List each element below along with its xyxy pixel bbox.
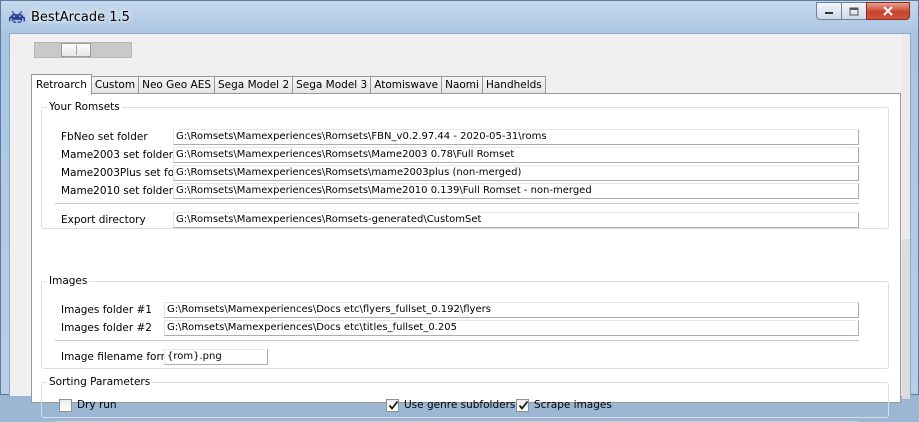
fbneo-folder-field[interactable]: G:\Romsets\Mamexperiences\Romsets\FBN_v0… <box>173 129 859 145</box>
tab-neo-geo-aes[interactable]: Neo Geo AES <box>138 76 216 94</box>
sorting-group: Sorting Parameters Dry run Use genre sub… <box>41 376 889 422</box>
mame2003-label: Mame2003 set folder <box>61 149 174 161</box>
window-title: BestArcade 1.5 <box>31 10 130 25</box>
scrape-images-label: Scrape images <box>534 399 612 411</box>
close-icon <box>883 6 893 16</box>
main-window: BestArcade 1.5 Retroarch Custom Neo Geo … <box>0 0 919 422</box>
images-folder2-field[interactable]: G:\Romsets\Mamexperiences\Docs etc\title… <box>164 320 859 336</box>
tab-sega-model-3[interactable]: Sega Model 3 <box>292 76 372 94</box>
romsets-legend: Your Romsets <box>49 101 120 113</box>
image-format-field[interactable]: {rom}.png <box>164 349 268 365</box>
images-folder2-label: Images folder #2 <box>61 322 152 334</box>
scrollbar-thumb[interactable] <box>902 239 910 399</box>
images-group: Images Images folder #1 G:\Romsets\Mamex… <box>41 275 889 369</box>
tab-custom[interactable]: Custom <box>90 76 140 94</box>
fbneo-label: FbNeo set folder <box>61 131 148 143</box>
scrape-images-checkbox[interactable] <box>516 399 529 412</box>
maximize-icon <box>849 7 859 15</box>
caption-buttons <box>816 2 910 20</box>
images-folder1-label: Images folder #1 <box>61 304 152 316</box>
tab-handhelds[interactable]: Handhelds <box>481 76 546 94</box>
checkmark-icon <box>518 400 529 410</box>
slider-thumb[interactable] <box>61 43 91 57</box>
mame2010-label: Mame2010 set folder <box>61 185 174 197</box>
romsets-group: Your Romsets FbNeo set folder G:\Romsets… <box>41 101 889 229</box>
minimize-button[interactable] <box>816 2 842 20</box>
export-label: Export directory <box>61 214 146 226</box>
sorting-legend: Sorting Parameters <box>49 376 151 388</box>
images-legend: Images <box>49 275 88 287</box>
export-directory-field[interactable]: G:\Romsets\Mamexperiences\Romsets-genera… <box>173 212 859 228</box>
tab-strip: Retroarch Custom Neo Geo AES Sega Model … <box>31 74 546 95</box>
images-folder1-field[interactable]: G:\Romsets\Mamexperiences\Docs etc\flyer… <box>164 302 859 318</box>
tab-retroarch[interactable]: Retroarch <box>31 74 92 95</box>
tab-atomiswave[interactable]: Atomiswave <box>370 76 443 94</box>
dry-run-label: Dry run <box>77 399 117 411</box>
vertical-scrollbar[interactable] <box>902 34 910 399</box>
client-area: Retroarch Custom Neo Geo AES Sega Model … <box>9 33 911 422</box>
tab-sega-model-2[interactable]: Sega Model 2 <box>214 76 294 94</box>
close-button[interactable] <box>866 2 910 20</box>
maximize-button[interactable] <box>841 2 867 20</box>
top-slider[interactable] <box>34 42 132 58</box>
genre-subfolders-checkbox[interactable] <box>386 399 399 412</box>
genre-subfolders-label: Use genre subfolders <box>404 399 516 411</box>
images-divider <box>55 340 859 341</box>
space-invader-icon <box>9 11 25 23</box>
checkmark-icon <box>388 400 399 410</box>
tab-panel-retroarch: Your Romsets FbNeo set folder G:\Romsets… <box>31 93 901 422</box>
mame2003plus-folder-field[interactable]: G:\Romsets\Mamexperiences\Romsets\mame20… <box>173 165 859 181</box>
mame2003-folder-field[interactable]: G:\Romsets\Mamexperiences\Romsets\Mame20… <box>173 147 859 163</box>
mame2010-folder-field[interactable]: G:\Romsets\Mamexperiences\Romsets\Mame20… <box>173 183 859 199</box>
tab-naomi[interactable]: Naomi <box>441 76 483 94</box>
romsets-divider <box>55 203 859 204</box>
dry-run-checkbox[interactable] <box>59 399 72 412</box>
minimize-icon <box>825 12 833 14</box>
title-bar[interactable]: BestArcade 1.5 <box>1 1 918 33</box>
